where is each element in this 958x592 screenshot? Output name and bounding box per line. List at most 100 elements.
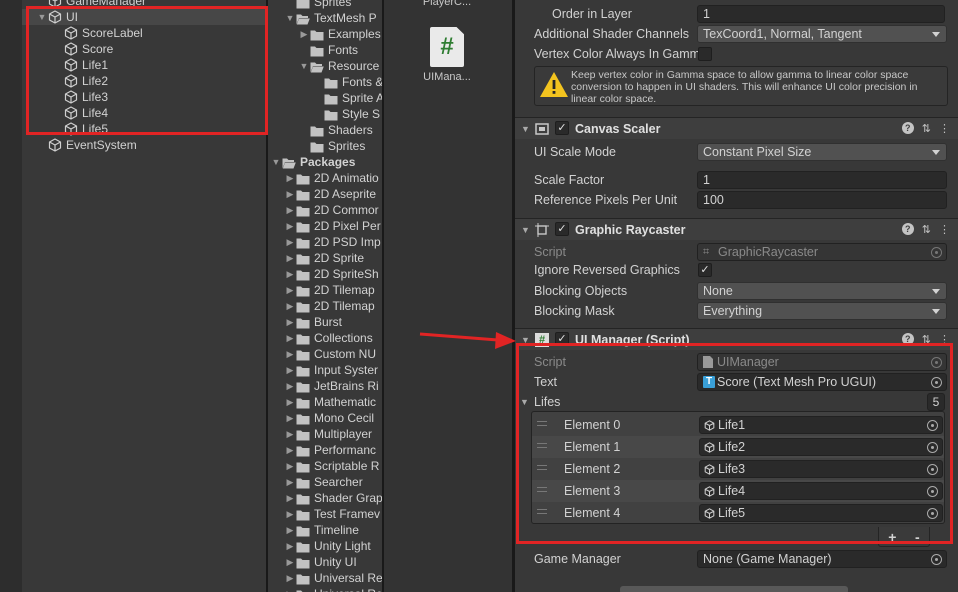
project-folder-item[interactable]: ▶ Unity Light — [284, 538, 371, 554]
project-folder-item[interactable]: Sprite A — [312, 90, 382, 106]
kebab-menu-icon[interactable]: ⋮ — [939, 223, 950, 236]
project-folder-item[interactable]: ▶ 2D Tilemap — [284, 282, 375, 298]
fold-arrow-icon[interactable]: ▼ — [270, 157, 282, 167]
fold-arrow-icon[interactable]: ▶ — [284, 301, 296, 312]
fold-arrow-icon[interactable]: ▶ — [284, 461, 296, 472]
project-folder-item[interactable]: ▼ Resource — [298, 58, 380, 74]
fold-arrow-icon[interactable]: ▶ — [284, 205, 296, 216]
fold-arrow-icon[interactable]: ▶ — [284, 269, 296, 280]
project-folder-item[interactable]: ▶ Multiplayer — [284, 426, 373, 442]
blocking-mask-dropdown[interactable]: Everything — [697, 302, 947, 320]
csharp-script-icon[interactable]: # — [430, 27, 464, 67]
project-folder-item[interactable]: ▶ Custom NU — [284, 346, 376, 362]
project-folder-item[interactable]: Sprites — [284, 0, 351, 10]
fold-arrow-icon[interactable]: ▶ — [284, 365, 296, 376]
project-folder-item[interactable]: ▶ 2D Animatio — [284, 170, 379, 186]
project-folder-item[interactable]: ▶ Scriptable R — [284, 458, 380, 474]
fold-arrow-icon[interactable]: ▶ — [284, 509, 296, 520]
help-icon[interactable]: ? — [901, 223, 914, 235]
fold-arrow-icon[interactable]: ▶ — [284, 221, 296, 232]
fold-arrow-icon[interactable]: ▶ — [284, 317, 296, 328]
fold-arrow-icon[interactable]: ▶ — [284, 477, 296, 488]
game-manager-field[interactable]: None (Game Manager) — [697, 550, 947, 568]
project-folder-item[interactable]: ▶ Universal Re — [284, 586, 382, 592]
hierarchy-item[interactable]: EventSystem — [36, 137, 137, 153]
project-folder-item[interactable]: Sprites — [298, 138, 365, 154]
fold-arrow-icon[interactable]: ▼ — [521, 225, 530, 235]
add-component-button[interactable] — [620, 586, 848, 592]
project-folder-item[interactable]: ▶ Test Framev — [284, 506, 380, 522]
order-in-layer-field[interactable]: 1 — [697, 5, 945, 23]
fold-arrow-icon[interactable]: ▼ — [521, 124, 530, 134]
project-folder-item[interactable]: ▼ Packages — [270, 154, 356, 170]
project-folder-item[interactable]: ▶ 2D Tilemap — [284, 298, 375, 314]
project-folder-item[interactable]: ▶ Shader Grap — [284, 490, 382, 506]
fold-arrow-icon[interactable]: ▶ — [284, 237, 296, 248]
vertex-color-checkbox[interactable] — [698, 47, 712, 61]
fold-arrow-icon[interactable]: ▶ — [284, 397, 296, 408]
fold-arrow-icon[interactable]: ▶ — [284, 173, 296, 184]
graphic-raycaster-enabled-checkbox[interactable]: ✓ — [555, 222, 569, 236]
canvas-scaler-header[interactable]: ▼ ✓ Canvas Scaler ? ⇅ ⋮ — [515, 117, 958, 139]
fold-arrow-icon[interactable]: ▶ — [284, 573, 296, 584]
fold-arrow-icon[interactable]: ▶ — [284, 285, 296, 296]
fold-arrow-icon[interactable]: ▶ — [284, 589, 296, 592]
object-picker-icon[interactable] — [931, 554, 942, 565]
fold-arrow-icon[interactable]: ▶ — [284, 557, 296, 568]
graphic-raycaster-header[interactable]: ▼ ✓ Graphic Raycaster ? ⇅ ⋮ — [515, 218, 958, 240]
project-folder-item[interactable]: ▼ TextMesh P — [284, 10, 377, 26]
project-folder-item[interactable]: Style S — [312, 106, 380, 122]
fold-arrow-icon[interactable]: ▶ — [284, 445, 296, 456]
project-folder-item[interactable]: ▶ Searcher — [284, 474, 363, 490]
project-folder-item[interactable]: ▶ Performanc — [284, 442, 377, 458]
fold-arrow-icon[interactable]: ▶ — [284, 525, 296, 536]
fold-arrow-icon[interactable]: ▶ — [284, 493, 296, 504]
fold-arrow-icon[interactable]: ▼ — [298, 61, 310, 71]
blocking-objects-dropdown[interactable]: None — [697, 282, 947, 300]
project-folder-item[interactable]: ▶ Mathematic — [284, 394, 377, 410]
project-folder-item[interactable]: Shaders — [298, 122, 373, 138]
ignore-reversed-checkbox[interactable]: ✓ — [698, 263, 712, 277]
project-folder-item[interactable]: ▶ Collections — [284, 330, 373, 346]
project-folder-item[interactable]: ▶ 2D Sprite — [284, 250, 365, 266]
project-folder-label: 2D Aseprite — [314, 187, 377, 201]
project-folder-item[interactable]: Fonts & — [312, 74, 382, 90]
project-folder-item[interactable]: ▶ Examples — [298, 26, 381, 42]
ref-ppu-field[interactable]: 100 — [697, 191, 947, 209]
fold-arrow-icon[interactable]: ▼ — [284, 13, 296, 23]
project-folder-item[interactable]: ▶ JetBrains Ri — [284, 378, 379, 394]
fold-arrow-icon[interactable]: ▶ — [284, 429, 296, 440]
ui-scale-mode-dropdown[interactable]: Constant Pixel Size — [697, 143, 947, 161]
fold-arrow-icon[interactable]: ▶ — [284, 189, 296, 200]
project-folder-item[interactable]: ▶ 2D Aseprite — [284, 186, 377, 202]
fold-arrow-icon[interactable]: ▶ — [284, 541, 296, 552]
presets-icon[interactable]: ⇅ — [922, 122, 931, 135]
graphic-raycaster-icon — [535, 223, 549, 237]
project-folder-item[interactable]: ▶ Timeline — [284, 522, 359, 538]
fold-arrow-icon[interactable]: ▶ — [284, 381, 296, 392]
shader-channels-dropdown[interactable]: TexCoord1, Normal, Tangent — [697, 25, 947, 43]
project-folder-item[interactable]: Fonts — [298, 42, 358, 58]
canvas-scaler-enabled-checkbox[interactable]: ✓ — [555, 121, 569, 135]
project-folder-item[interactable]: ▶ Input Syster — [284, 362, 379, 378]
scale-factor-field[interactable]: 1 — [697, 171, 947, 189]
project-folder-item[interactable]: ▶ Universal Re — [284, 570, 382, 586]
asset-label-uimanager[interactable]: UIMana... — [407, 71, 487, 83]
project-folder-item[interactable]: ▶ Unity UI — [284, 554, 357, 570]
fold-arrow-icon[interactable]: ▶ — [284, 349, 296, 360]
fold-arrow-icon[interactable]: ▶ — [284, 413, 296, 424]
fold-arrow-icon[interactable]: ▶ — [284, 253, 296, 264]
kebab-menu-icon[interactable]: ⋮ — [939, 122, 950, 135]
help-icon[interactable]: ? — [901, 122, 914, 134]
project-folder-item[interactable]: ▶ 2D Commor — [284, 202, 379, 218]
presets-icon[interactable]: ⇅ — [922, 223, 931, 236]
project-folder-item[interactable]: ▶ Mono Cecil — [284, 410, 375, 426]
project-folder-item[interactable]: ▶ 2D Pixel Per — [284, 218, 381, 234]
project-folder-item[interactable]: ▶ Burst — [284, 314, 342, 330]
fold-arrow-icon[interactable]: ▶ — [284, 333, 296, 344]
project-folder-item[interactable]: ▶ 2D PSD Imp — [284, 234, 381, 250]
asset-label-player[interactable]: PlayerC... — [407, 0, 487, 8]
fold-arrow-icon[interactable]: ▶ — [298, 29, 310, 40]
folder-icon — [296, 397, 310, 408]
project-folder-item[interactable]: ▶ 2D SpriteSh — [284, 266, 379, 282]
